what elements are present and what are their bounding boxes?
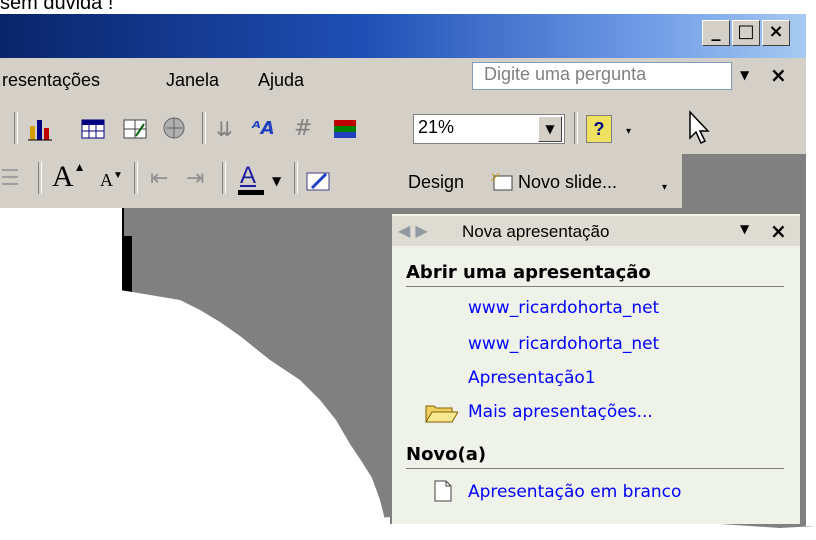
more-presentations-link[interactable]: Mais apresentações... [468, 402, 653, 422]
recent-file-link[interactable]: www_ricardohorta_net [468, 334, 659, 354]
recent-file-link[interactable]: Apresentação1 [468, 368, 596, 388]
blank-presentation-link[interactable]: Apresentação em branco [468, 482, 681, 502]
section-divider [406, 286, 784, 287]
task-pane-title: Nova apresentação [462, 222, 610, 241]
section-divider [406, 468, 784, 469]
section-title-novo: Novo(a) [406, 444, 487, 465]
recent-file-link[interactable]: www_ricardohorta_net [468, 298, 659, 318]
task-pane-menu-icon[interactable]: ▼ [740, 222, 749, 236]
open-folder-icon [424, 400, 459, 429]
blank-document-icon [434, 480, 452, 507]
section-title-abrir: Abrir uma apresentação [406, 262, 651, 283]
task-pane-nav-arrows-icon[interactable]: ◀ ▶ [398, 221, 428, 240]
task-pane-close-icon[interactable]: × [770, 219, 787, 243]
